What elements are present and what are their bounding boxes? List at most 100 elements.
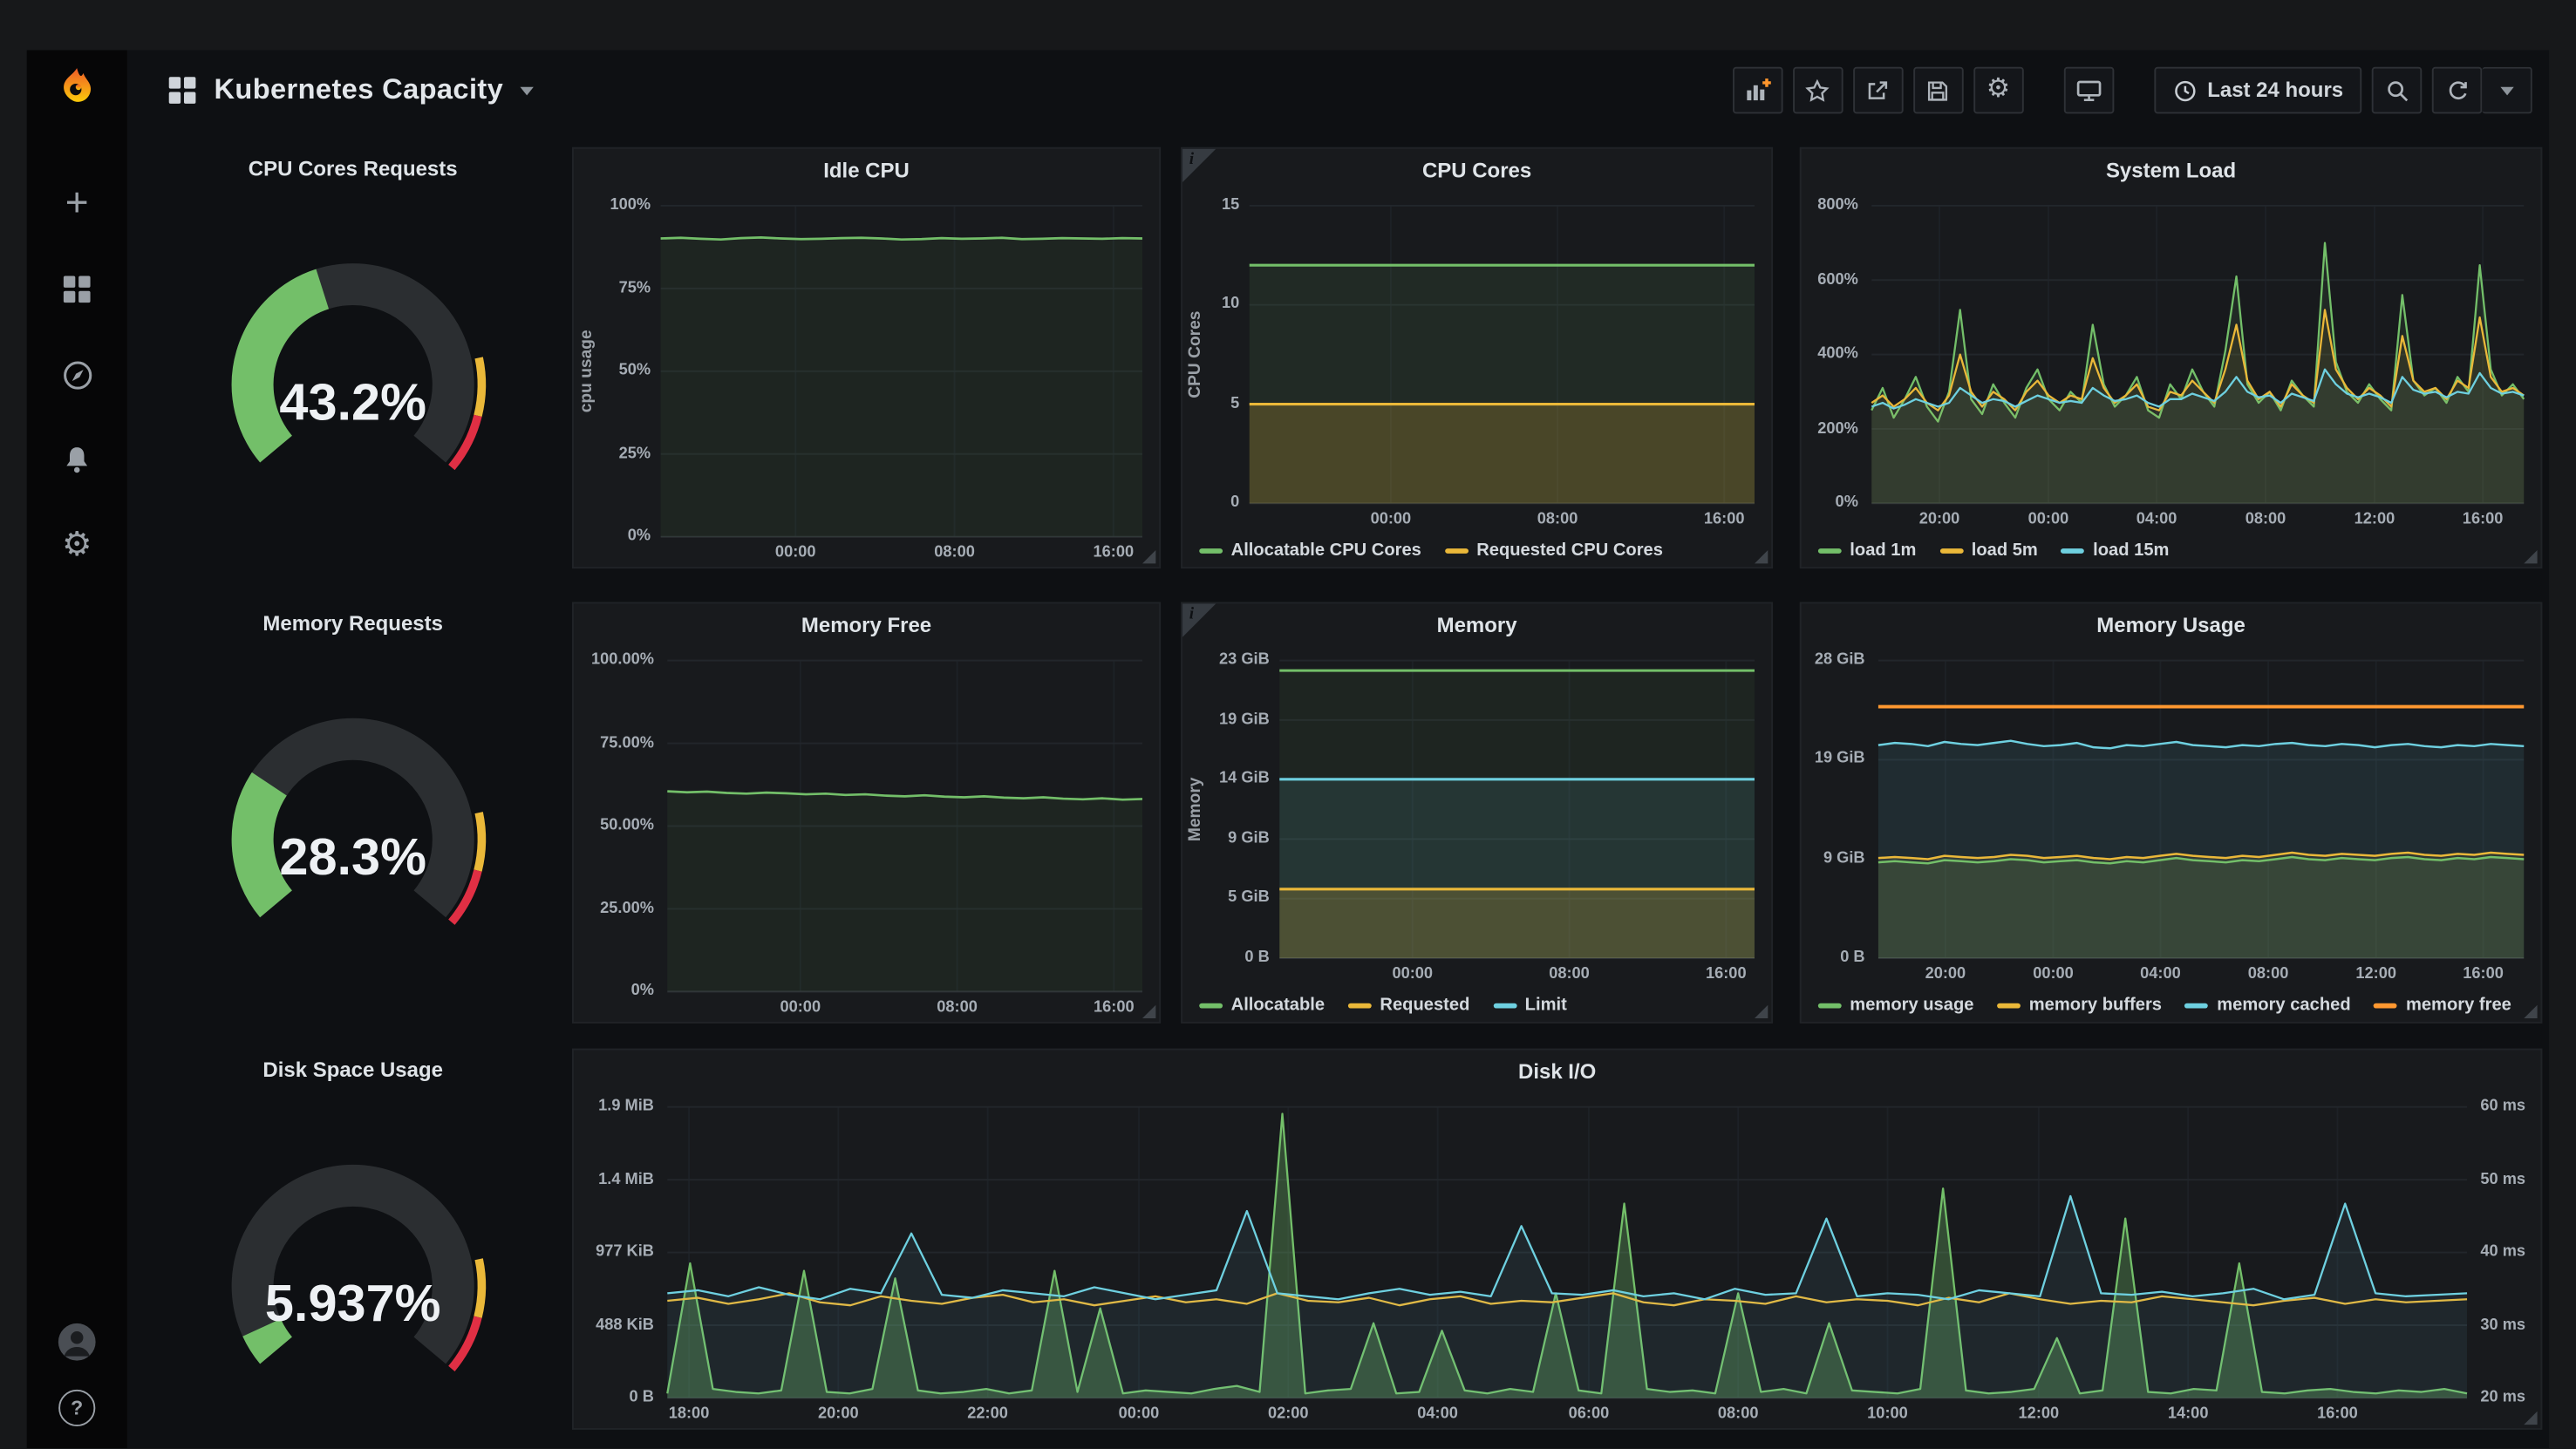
legend-item[interactable]: Allocatable CPU Cores bbox=[1199, 541, 1421, 561]
panel-resize-handle[interactable] bbox=[1141, 550, 1156, 564]
alerting-icon[interactable] bbox=[57, 439, 97, 480]
configuration-icon[interactable]: ⚙ bbox=[57, 525, 97, 565]
legend-color-dash bbox=[1939, 548, 1964, 553]
plot-area[interactable]: 00:00 08:00 16:00 0 5 10 15 CPU Cores bbox=[1182, 193, 1771, 534]
legend-item[interactable]: Limit bbox=[1493, 995, 1567, 1015]
right-y-axis-tick-label: 20 ms bbox=[2480, 1387, 2526, 1407]
legend-label: memory usage bbox=[1850, 995, 1974, 1016]
panel-title[interactable]: Memory bbox=[1182, 603, 1771, 647]
bell-icon bbox=[66, 447, 88, 473]
dashboard-title-group[interactable]: Kubernetes Capacity bbox=[167, 73, 534, 106]
legend-item[interactable]: memory cached bbox=[2184, 995, 2351, 1016]
legend-item[interactable]: load 15m bbox=[2061, 541, 2169, 561]
x-axis-tick-label: 16:00 bbox=[2317, 1405, 2358, 1424]
share-button[interactable] bbox=[1852, 66, 1904, 114]
legend-item[interactable]: memory buffers bbox=[1997, 995, 2162, 1015]
panel-title[interactable]: Disk Space Usage bbox=[153, 1049, 551, 1092]
system-load-chart[interactable]: 20:00 00:00 04:00 08:00 12:00 16:00 0% 200% 400%… bbox=[1802, 193, 2541, 568]
panel-title[interactable]: Memory Usage bbox=[1802, 603, 2541, 647]
legend-item[interactable]: Requested CPU Cores bbox=[1444, 541, 1663, 561]
y-axis-tick-label: 600% bbox=[1817, 269, 1858, 289]
panel-title[interactable]: Memory Requests bbox=[153, 602, 551, 645]
x-axis-tick-label: 14:00 bbox=[2167, 1405, 2209, 1424]
right-y-axis-tick-label: 60 ms bbox=[2480, 1097, 2526, 1116]
plot-area[interactable]: 00:00 08:00 16:00 0% 25.00% 50.00% 75.00% 100.0… bbox=[574, 647, 1159, 1022]
panel-resize-handle[interactable] bbox=[1754, 550, 1768, 564]
save-button[interactable] bbox=[1912, 66, 1964, 114]
panel-resize-handle[interactable] bbox=[2524, 1004, 2538, 1019]
zoom-out-button[interactable] bbox=[2371, 66, 2423, 114]
sidebar: + ⚙ ? bbox=[26, 50, 127, 1448]
tv-mode-button[interactable] bbox=[2063, 66, 2114, 114]
plot-area[interactable]: 00:00 08:00 16:00 0% 25% 50% 75% 100% cpu usage bbox=[574, 193, 1159, 568]
legend-item[interactable]: load 1m bbox=[1817, 541, 1916, 561]
legend-color-dash bbox=[1817, 548, 1842, 553]
grafana-logo[interactable] bbox=[57, 67, 97, 107]
refresh-interval-button[interactable] bbox=[2482, 66, 2532, 114]
panel-title[interactable]: Idle CPU bbox=[574, 149, 1159, 193]
y-axis-title: Memory bbox=[1186, 777, 1205, 842]
memory-chart[interactable]: 00:00 08:00 16:00 0 B 5 GiB 9 GiB 14 GiB 19 GiB… bbox=[1182, 647, 1771, 1022]
legend-item[interactable]: Requested bbox=[1347, 995, 1469, 1015]
legend-label: memory cached bbox=[2217, 995, 2351, 1016]
plot-area[interactable]: 20:00 00:00 04:00 08:00 12:00 16:00 0 B 9 GiB 19… bbox=[1802, 647, 2541, 988]
chart-canvas bbox=[1871, 204, 2525, 505]
star-button[interactable] bbox=[1792, 66, 1843, 114]
star-icon bbox=[1805, 78, 1830, 101]
cpu-cores-chart[interactable]: 00:00 08:00 16:00 0 5 10 15 CPU Cores Allocatabl… bbox=[1182, 193, 1771, 568]
memory-usage-chart[interactable]: 20:00 00:00 04:00 08:00 12:00 16:00 0 B 9 GiB 19… bbox=[1802, 647, 2541, 1022]
legend-color-dash bbox=[1493, 1002, 1517, 1008]
y-axis-tick-label: 75.00% bbox=[600, 733, 654, 752]
y-axis-tick-label: 15 bbox=[1221, 195, 1240, 214]
chevron-down-icon bbox=[2499, 85, 2513, 95]
disk-space-gauge: 5.937% bbox=[153, 1092, 551, 1448]
clock-icon bbox=[2174, 79, 2196, 101]
legend-label: memory buffers bbox=[2028, 995, 2162, 1016]
info-letter: i bbox=[1189, 150, 1195, 169]
panel-resize-handle[interactable] bbox=[2524, 1411, 2538, 1425]
legend: load 1m load 5m load 15m bbox=[1802, 534, 2541, 567]
panel-cpu-cores-requests: CPU Cores Requests 43.2% bbox=[153, 147, 551, 568]
panel-title[interactable]: CPU Cores Requests bbox=[153, 147, 551, 191]
panel-resize-handle[interactable] bbox=[2524, 550, 2538, 564]
gauge-value: 43.2% bbox=[279, 372, 427, 432]
dashboard-settings-button[interactable]: ⚙ bbox=[1973, 66, 2024, 114]
panel-memory-usage: Memory Usage 20:00 00:00 04:00 08:00 12:00 16… bbox=[1799, 602, 2543, 1024]
y-axis-tick-label: 0% bbox=[627, 527, 651, 546]
idle-cpu-chart[interactable]: 00:00 08:00 16:00 0% 25% 50% 75% 100% cpu usage bbox=[574, 193, 1159, 568]
legend-label: Allocatable bbox=[1230, 995, 1325, 1016]
panel-memory-free: Memory Free 00:00 08:00 16:00 0% 25.00% 50.00… bbox=[571, 602, 1162, 1024]
help-icon[interactable]: ? bbox=[57, 1388, 97, 1428]
legend: Allocatable Requested Limit bbox=[1182, 989, 1771, 1022]
user-avatar[interactable] bbox=[57, 1321, 97, 1361]
legend: memory usage memory buffers memory cached m… bbox=[1802, 989, 2541, 1022]
create-plus-icon[interactable]: + bbox=[57, 183, 97, 224]
refresh-button[interactable] bbox=[2431, 66, 2483, 114]
legend-item[interactable]: memory usage bbox=[1817, 995, 1974, 1016]
explore-icon[interactable] bbox=[57, 355, 97, 395]
plot-area[interactable]: 20:00 00:00 04:00 08:00 12:00 16:00 0% 200% 400%… bbox=[1802, 193, 2541, 534]
time-range-button[interactable]: Last 24 hours bbox=[2153, 66, 2362, 114]
info-letter: i bbox=[1189, 605, 1195, 624]
panel-resize-handle[interactable] bbox=[1754, 1004, 1768, 1019]
panel-title[interactable]: System Load bbox=[1802, 149, 2541, 193]
legend-item[interactable]: memory free bbox=[2374, 995, 2511, 1015]
legend-item[interactable]: Allocatable bbox=[1199, 995, 1325, 1015]
dashboard-grid-icon bbox=[168, 77, 196, 104]
memory-free-chart[interactable]: 00:00 08:00 16:00 0% 25.00% 50.00% 75.00% 100.0… bbox=[574, 647, 1159, 1022]
add-panel-button[interactable] bbox=[1732, 66, 1783, 114]
plot-area[interactable]: 18:00 20:00 22:00 00:00 02:00 04:00 06:00 08:00… bbox=[574, 1093, 2541, 1428]
dashboards-icon[interactable] bbox=[57, 269, 97, 310]
plot-area[interactable]: 00:00 08:00 16:00 0 B 5 GiB 9 GiB 14 GiB 19 GiB… bbox=[1182, 647, 1771, 988]
x-axis-tick-label: 00:00 bbox=[774, 543, 816, 562]
info-icon[interactable]: i bbox=[1182, 603, 1216, 637]
series-fill bbox=[1877, 856, 2525, 959]
disk-io-chart[interactable]: 18:00 20:00 22:00 00:00 02:00 04:00 06:00 08:00… bbox=[574, 1093, 2541, 1428]
panel-title[interactable]: CPU Cores bbox=[1182, 149, 1771, 193]
info-icon[interactable]: i bbox=[1182, 148, 1216, 183]
panel-title[interactable]: Disk I/O bbox=[574, 1051, 2541, 1094]
legend-item[interactable]: load 5m bbox=[1939, 541, 2038, 561]
panel-resize-handle[interactable] bbox=[1141, 1004, 1156, 1019]
panel-title[interactable]: Memory Free bbox=[574, 603, 1159, 647]
time-range-label: Last 24 hours bbox=[2207, 78, 2344, 102]
